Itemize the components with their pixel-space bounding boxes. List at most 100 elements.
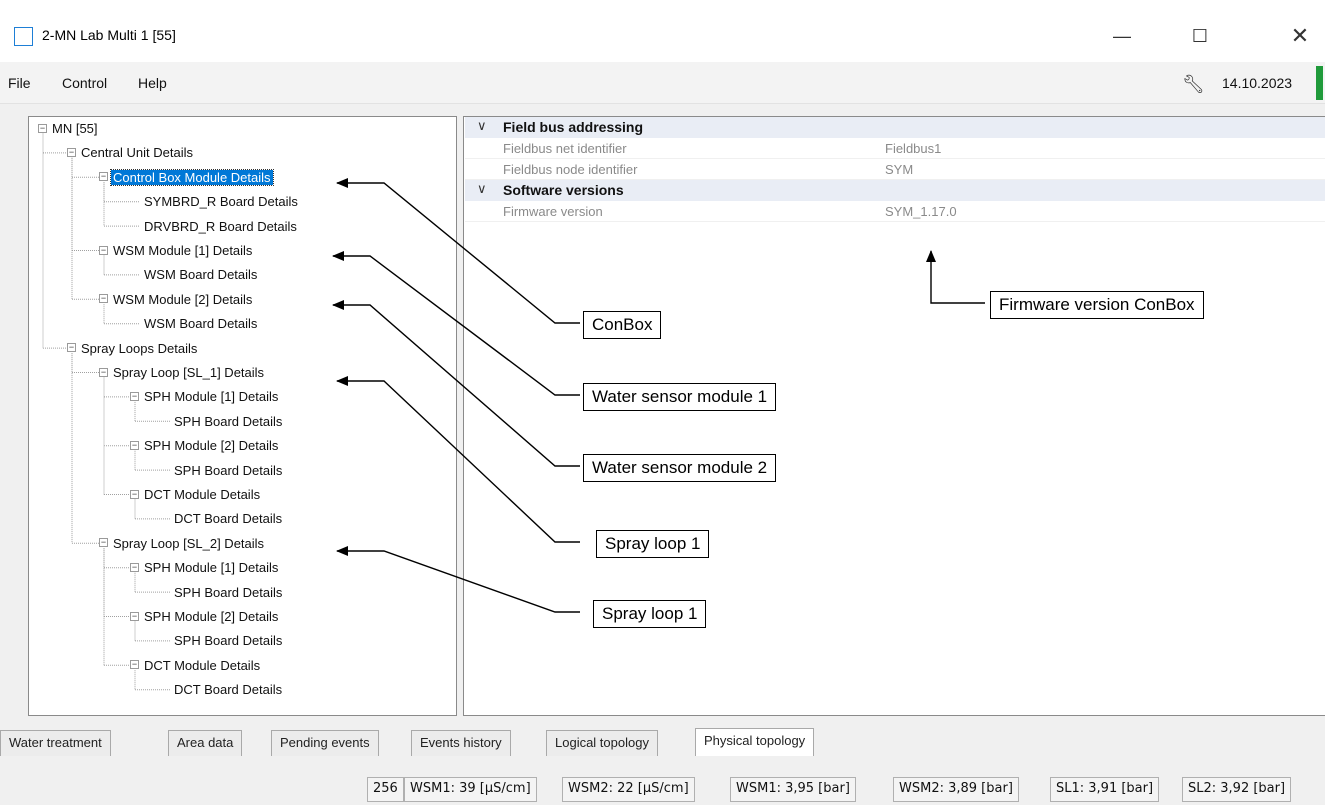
tab-events-history[interactable]: Events history <box>411 730 511 756</box>
tree-node[interactable]: WSM Module [2] Details <box>111 290 254 309</box>
tree-node[interactable]: DCT Module Details <box>142 656 262 675</box>
tree-node[interactable]: SPH Module [2] Details <box>142 436 280 455</box>
tree-node[interactable]: SPH Board Details <box>172 631 284 650</box>
tree-node[interactable]: WSM Module [1] Details <box>111 241 254 260</box>
tree-node[interactable]: Control Box Module Details <box>110 168 274 187</box>
collapse-icon[interactable]: − <box>130 440 139 450</box>
status-count: 256 <box>367 777 404 802</box>
tab-water-treatment[interactable]: Water treatment <box>0 730 111 756</box>
tree-node-label: WSM Module [1] Details <box>113 243 253 258</box>
status-wsm2-conductivity: WSM2: 22 [µS/cm] <box>562 777 695 802</box>
callout-firmware-version: Firmware version ConBox <box>990 291 1204 319</box>
menu-file[interactable]: File <box>8 75 31 91</box>
tree-node-label: SPH Board Details <box>174 413 283 429</box>
collapse-icon[interactable]: − <box>130 611 139 621</box>
tree-node[interactable]: SPH Module [2] Details <box>142 607 280 626</box>
property-row[interactable]: Fieldbus net identifier Fieldbus1 <box>465 138 1325 159</box>
tree-node-label: Spray Loop [SL_2] Details <box>113 535 265 551</box>
tree-node-label: MN [55] <box>52 121 98 136</box>
tree-node[interactable]: WSM Board Details <box>142 314 259 333</box>
collapse-icon[interactable]: − <box>130 562 139 572</box>
tree-node-label: SPH Board Details <box>174 633 283 649</box>
status-bar: 256 WSM1: 39 [µS/cm] WSM2: 22 [µS/cm] WS… <box>0 764 1325 805</box>
tab-logical-topology[interactable]: Logical topology <box>546 730 658 756</box>
property-row[interactable]: Firmware version SYM_1.17.0 <box>465 201 1325 222</box>
tree-node[interactable]: Central Unit Details <box>79 143 195 162</box>
tree-node[interactable]: SPH Board Details <box>172 412 284 431</box>
property-key: Fieldbus node identifier <box>503 162 638 177</box>
collapse-icon[interactable]: − <box>67 343 76 353</box>
window-title: 2-MN Lab Multi 1 [55] <box>42 27 176 43</box>
collapse-icon[interactable]: − <box>99 367 108 377</box>
collapse-icon[interactable]: − <box>130 391 139 401</box>
tree-node[interactable]: SPH Module [1] Details <box>142 387 280 406</box>
tab-physical-topology[interactable]: Physical topology <box>695 728 815 756</box>
menu-help[interactable]: Help <box>138 75 167 91</box>
collapse-icon[interactable]: − <box>38 123 47 133</box>
tree-node-label: DRVBRD_R Board Details <box>144 218 297 234</box>
tab-area-data[interactable]: Area data <box>168 730 243 756</box>
property-value: SYM <box>885 162 914 177</box>
property-category[interactable]: ∨ Software versions <box>465 180 1325 201</box>
tree-node[interactable]: WSM Board Details <box>142 265 259 284</box>
property-value: SYM_1.17.0 <box>885 204 957 219</box>
tree-node-label: SPH Module [1] Details <box>144 560 279 576</box>
tree-node[interactable]: DRVBRD_R Board Details <box>142 217 299 236</box>
tree-node-label: WSM Module [2] Details <box>113 291 253 307</box>
property-category[interactable]: ∨ Field bus addressing <box>465 117 1325 138</box>
tree-node-label: DCT Module Details <box>144 657 261 673</box>
tab-strip: Water treatment Area data Pending events… <box>0 728 1325 758</box>
tree-node[interactable]: SPH Board Details <box>172 583 284 602</box>
status-wsm2-pressure: WSM2: 3,89 [bar] <box>893 777 1019 802</box>
minimize-button[interactable]: — <box>1104 22 1140 50</box>
collapse-icon[interactable]: − <box>130 489 139 499</box>
menu-control[interactable]: Control <box>62 75 107 91</box>
tree-node[interactable]: SPH Module [1] Details <box>142 558 280 577</box>
callout-water-sensor-module-2: Water sensor module 2 <box>583 454 777 482</box>
category-label: Software versions <box>503 182 624 198</box>
callout-conbox: ConBox <box>583 311 662 339</box>
callout-spray-loop-1: Spray loop 1 <box>596 530 710 558</box>
tree-node[interactable]: Spray Loop [SL_2] Details <box>111 534 266 553</box>
tree-node-label: Control Box Module Details <box>110 168 274 186</box>
tree-node-label: SYMBRD_R Board Details <box>144 194 298 210</box>
callout-spray-loop-2: Spray loop 1 <box>593 600 707 628</box>
category-label: Field bus addressing <box>503 119 644 135</box>
menu-date: 14.10.2023 <box>1222 75 1293 91</box>
tree-node[interactable]: MN [55] <box>50 119 100 138</box>
chevron-down-icon[interactable]: ∨ <box>477 181 487 197</box>
callout-water-sensor-module-1: Water sensor module 1 <box>583 383 777 411</box>
tree-node[interactable]: DCT Board Details <box>172 680 284 699</box>
collapse-icon[interactable]: − <box>130 660 139 670</box>
tree-node[interactable]: Spray Loops Details <box>79 339 199 358</box>
close-button[interactable]: ✕ <box>1282 22 1318 50</box>
tree-node-label: WSM Board Details <box>144 316 258 332</box>
title-bar: 2-MN Lab Multi 1 [55] — ☐ ✕ <box>0 0 1325 62</box>
tree-node-label: SPH Board Details <box>174 462 283 478</box>
chevron-down-icon[interactable]: ∨ <box>477 118 487 134</box>
tree-node-label: DCT Board Details <box>174 511 283 527</box>
collapse-icon[interactable]: − <box>67 147 76 157</box>
property-key: Firmware version <box>503 204 603 219</box>
wrench-icon[interactable]: 🔧︎ <box>1182 74 1205 95</box>
collapse-icon[interactable]: − <box>99 172 108 182</box>
topology-tree[interactable]: − MN [55] − Central Unit Details − Control Bo… <box>28 116 457 716</box>
tree-node-label: DCT Module Details <box>144 487 261 502</box>
tree-node-label: WSM Board Details <box>144 267 258 283</box>
tab-pending-events[interactable]: Pending events <box>271 730 379 756</box>
property-key: Fieldbus net identifier <box>503 141 627 156</box>
collapse-icon[interactable]: − <box>99 538 108 548</box>
tree-node-label: SPH Module [2] Details <box>144 438 279 454</box>
collapse-icon[interactable]: − <box>99 245 108 255</box>
tree-node[interactable]: DCT Board Details <box>172 509 284 528</box>
collapse-icon[interactable]: − <box>99 294 108 304</box>
property-row[interactable]: Fieldbus node identifier SYM <box>465 159 1325 180</box>
maximize-button[interactable]: ☐ <box>1182 22 1218 50</box>
tree-node-label: Spray Loop [SL_1] Details <box>113 365 265 380</box>
status-wsm1-conductivity: WSM1: 39 [µS/cm] <box>404 777 537 802</box>
tree-node[interactable]: Spray Loop [SL_1] Details <box>111 363 266 382</box>
tree-node[interactable]: SYMBRD_R Board Details <box>142 192 300 211</box>
tree-node[interactable]: SPH Board Details <box>172 461 284 480</box>
tree-node[interactable]: DCT Module Details <box>142 485 262 504</box>
tree-node-label: SPH Module [2] Details <box>144 609 279 624</box>
